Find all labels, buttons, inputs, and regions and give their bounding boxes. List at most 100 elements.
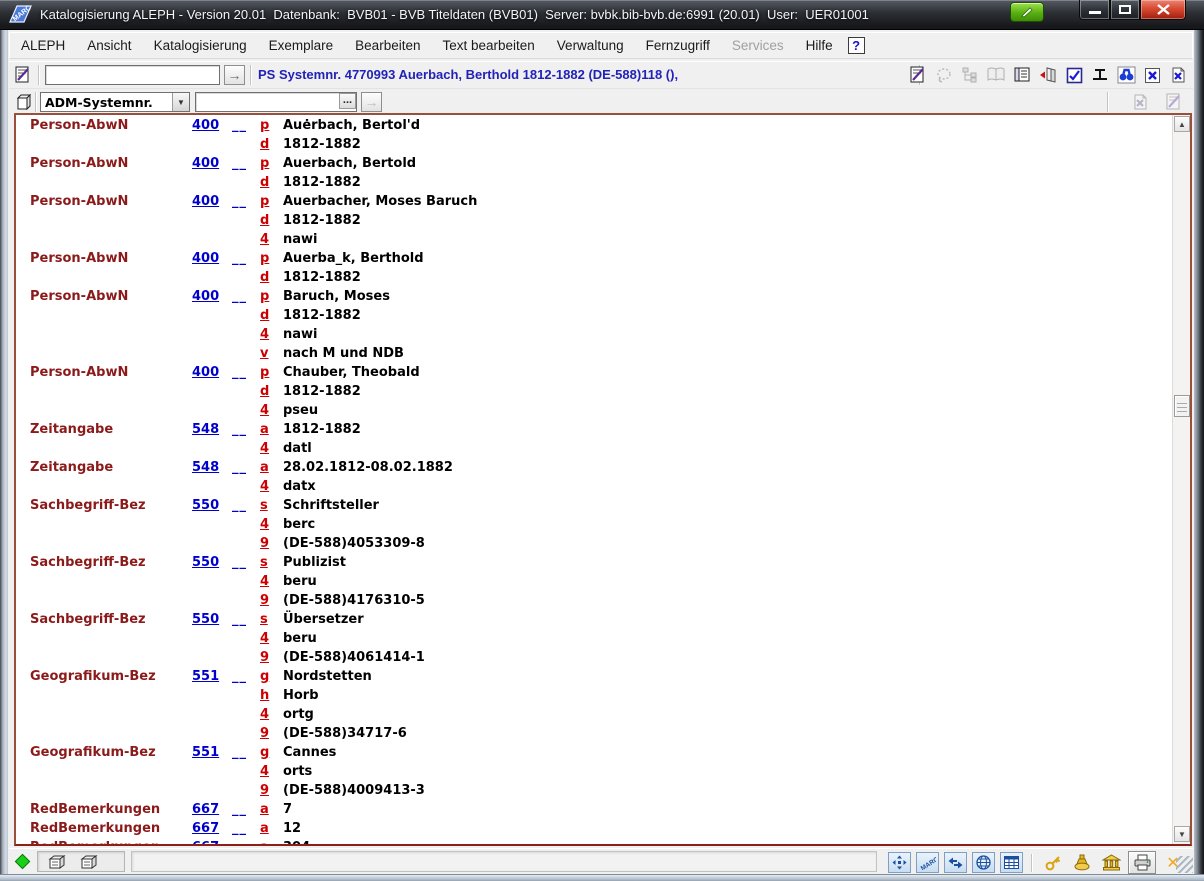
subfield-value[interactable]: Auėrbach, Bertol'd [283, 116, 1172, 135]
subfield-value[interactable]: 28.02.1812-08.02.1882 [283, 458, 1172, 477]
subfield-code[interactable]: d [260, 173, 283, 192]
subfield-code[interactable]: 9 [260, 781, 283, 800]
subfield-code[interactable]: 9 [260, 724, 283, 743]
system-number-select[interactable]: ADM-Systemnr. ▼ [40, 92, 190, 112]
subfield-code[interactable]: p [260, 363, 283, 382]
field-tag-link[interactable]: 551 [192, 667, 232, 686]
subfield-code[interactable]: s [260, 553, 283, 572]
subfield-value[interactable]: nawi [283, 325, 1172, 344]
subfield-value[interactable]: 1812-1882 [283, 135, 1172, 154]
subfield-value[interactable]: (DE-588)4053309-8 [283, 534, 1172, 553]
subfield-value[interactable]: Übersetzer [283, 610, 1172, 629]
help-icon[interactable]: ? [848, 37, 865, 54]
subfield-code[interactable]: a [260, 819, 283, 838]
subfield-code[interactable]: 4 [260, 629, 283, 648]
subfield-code[interactable]: 4 [260, 762, 283, 781]
maximize-button[interactable] [1110, 0, 1140, 20]
subfield-value[interactable]: 7 [283, 800, 1172, 819]
annotate-button[interactable] [1010, 2, 1044, 22]
field-tag-link[interactable]: 550 [192, 610, 232, 629]
subfield-code[interactable]: v [260, 344, 283, 363]
field-tag-link[interactable]: 400 [192, 116, 232, 135]
titlebar[interactable]: MARC Katalogisierung ALEPH - Version 20.… [0, 0, 1204, 30]
resize-grip[interactable] [1176, 856, 1193, 873]
ellipsis-button[interactable]: ... [339, 93, 356, 109]
chevron-down-icon[interactable]: ▼ [172, 93, 189, 111]
full-view-icon[interactable] [1011, 64, 1033, 86]
scrollbar-thumb[interactable] [1174, 395, 1190, 417]
subfield-code[interactable]: h [260, 686, 283, 705]
menu-hilfe[interactable]: Hilfe [795, 33, 844, 58]
library-drawer-icon[interactable] [48, 854, 66, 870]
field-tag-link[interactable]: 667 [192, 800, 232, 819]
subfield-value[interactable]: datx [283, 477, 1172, 496]
field-tag-link[interactable]: 551 [192, 743, 232, 762]
field-label[interactable]: Zeitangabe [30, 420, 192, 439]
menu-ansicht[interactable]: Ansicht [76, 33, 142, 58]
menu-verwaltung[interactable]: Verwaltung [546, 33, 635, 58]
printer-button[interactable] [1128, 851, 1156, 874]
field-label[interactable]: RedBemerkungen [30, 819, 192, 838]
field-label[interactable]: Person-AbwN [30, 249, 192, 268]
subfield-value[interactable]: (DE-588)4176310-5 [283, 591, 1172, 610]
menu-aleph[interactable]: ALEPH [10, 33, 76, 58]
subfield-value[interactable]: 1812-1882 [283, 306, 1172, 325]
field-label[interactable]: Person-AbwN [30, 287, 192, 306]
seal-stack-icon[interactable] [1070, 852, 1094, 873]
subfield-value[interactable]: Auerbach, Bertold [283, 154, 1172, 173]
subfield-value[interactable]: Baruch, Moses [283, 287, 1172, 306]
field-label[interactable]: Sachbegriff-Bez [30, 610, 192, 629]
subfield-code[interactable]: 9 [260, 648, 283, 667]
subfield-code[interactable]: s [260, 610, 283, 629]
field-tag-link[interactable]: 400 [192, 192, 232, 211]
subfield-code[interactable]: 9 [260, 591, 283, 610]
subfield-value[interactable]: Chauber, Theobald [283, 363, 1172, 382]
globe-button[interactable] [972, 852, 995, 873]
search-binoculars-icon[interactable] [1115, 64, 1137, 86]
field-label[interactable]: RedBemerkungen [30, 838, 192, 844]
subfield-code[interactable]: 4 [260, 230, 283, 249]
close-record-icon[interactable] [1141, 64, 1163, 86]
field-tag-link[interactable]: 548 [192, 420, 232, 439]
subfield-value[interactable]: Nordstetten [283, 667, 1172, 686]
swap-arrows-button[interactable] [944, 852, 967, 873]
bank-building-icon[interactable] [1099, 852, 1123, 873]
subfield-code[interactable]: a [260, 420, 283, 439]
key-icon[interactable] [1041, 852, 1065, 873]
subfield-value[interactable]: pseu [283, 401, 1172, 420]
subfield-code[interactable]: 4 [260, 325, 283, 344]
menu-exemplare[interactable]: Exemplare [258, 33, 345, 58]
field-label[interactable]: Person-AbwN [30, 116, 192, 135]
subfield-code[interactable]: p [260, 192, 283, 211]
field-tag-link[interactable]: 400 [192, 363, 232, 382]
record-go-button[interactable]: → [224, 65, 245, 85]
subfield-value[interactable]: Auerbacher, Moses Baruch [283, 192, 1172, 211]
subfield-code[interactable]: 4 [260, 515, 283, 534]
subfield-code[interactable]: d [260, 306, 283, 325]
subfield-code[interactable]: p [260, 249, 283, 268]
subfield-value[interactable]: beru [283, 629, 1172, 648]
field-label[interactable]: Person-AbwN [30, 154, 192, 173]
field-tag-link[interactable]: 667 [192, 838, 232, 844]
field-label[interactable]: RedBemerkungen [30, 800, 192, 819]
subfield-value[interactable]: (DE-588)4061414-1 [283, 648, 1172, 667]
field-label[interactable]: Person-AbwN [30, 363, 192, 382]
library-drawer-icon[interactable] [80, 854, 98, 870]
subfield-value[interactable]: 1812-1882 [283, 382, 1172, 401]
menu-text-bearbeiten[interactable]: Text bearbeiten [431, 33, 545, 58]
subfield-code[interactable]: p [260, 116, 283, 135]
subfield-value[interactable]: 304 [283, 838, 1172, 844]
scroll-down-icon[interactable]: ▼ [1174, 826, 1190, 842]
subfield-code[interactable]: 9 [260, 534, 283, 553]
subfield-code[interactable]: p [260, 287, 283, 306]
record-search-input[interactable] [45, 65, 220, 85]
subfield-code[interactable]: d [260, 135, 283, 154]
copy-record-icon[interactable] [12, 91, 34, 113]
admin-go-button[interactable]: → [361, 92, 382, 112]
subfield-value[interactable]: 12 [283, 819, 1172, 838]
check-record-icon[interactable] [1063, 64, 1085, 86]
subfield-code[interactable]: a [260, 838, 283, 844]
subfield-code[interactable]: 4 [260, 477, 283, 496]
field-label[interactable]: Sachbegriff-Bez [30, 496, 192, 515]
subfield-code[interactable]: s [260, 496, 283, 515]
